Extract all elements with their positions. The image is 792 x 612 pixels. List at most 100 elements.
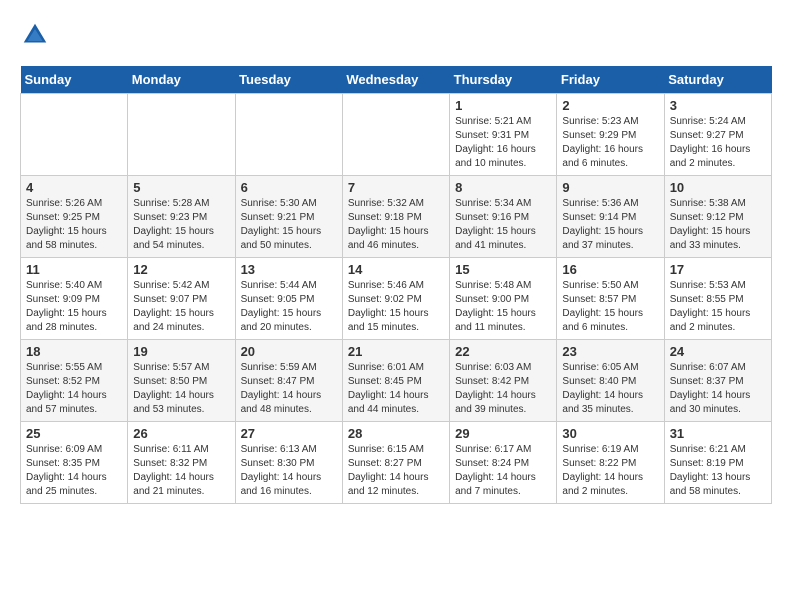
day-info: Sunrise: 5:34 AMSunset: 9:16 PMDaylight:… — [455, 197, 551, 253]
day-info: Sunrise: 5:28 AMSunset: 9:23 PMDaylight:… — [133, 197, 229, 253]
calendar-table: SundayMondayTuesdayWednesdayThursdayFrid… — [20, 66, 772, 504]
day-number: 9 — [562, 180, 658, 195]
day-cell: 26 Sunrise: 6:11 AMSunset: 8:32 PMDayligh… — [128, 422, 235, 504]
day-cell: 13 Sunrise: 5:44 AMSunset: 9:05 PMDayligh… — [235, 258, 342, 340]
days-header-row: SundayMondayTuesdayWednesdayThursdayFrid… — [21, 66, 772, 94]
week-row-2: 4 Sunrise: 5:26 AMSunset: 9:25 PMDaylight… — [21, 176, 772, 258]
day-info: Sunrise: 6:19 AMSunset: 8:22 PMDaylight:… — [562, 443, 658, 499]
day-cell: 8 Sunrise: 5:34 AMSunset: 9:16 PMDaylight… — [450, 176, 557, 258]
day-info: Sunrise: 5:59 AMSunset: 8:47 PMDaylight:… — [241, 361, 337, 417]
day-info: Sunrise: 5:44 AMSunset: 9:05 PMDaylight:… — [241, 279, 337, 335]
day-cell: 7Sunrise: 5:32 AMSunset: 9:18 PMDaylight… — [342, 176, 449, 258]
day-number: 21 — [348, 344, 444, 359]
day-cell: 11 Sunrise: 5:40 AMSunset: 9:09 PMDayligh… — [21, 258, 128, 340]
day-info: Sunrise: 5:50 AMSunset: 8:57 PMDaylight:… — [562, 279, 658, 335]
day-info: Sunrise: 5:36 AMSunset: 9:14 PMDaylight:… — [562, 197, 658, 253]
day-number: 18 — [26, 344, 122, 359]
day-info: Sunrise: 6:03 AMSunset: 8:42 PMDaylight:… — [455, 361, 551, 417]
day-info: Sunrise: 6:21 AMSunset: 8:19 PMDaylight:… — [670, 443, 766, 499]
day-number: 10 — [670, 180, 766, 195]
logo — [20, 20, 54, 50]
week-row-4: 18Sunrise: 5:55 AMSunset: 8:52 PMDayligh… — [21, 340, 772, 422]
day-info: Sunrise: 5:24 AMSunset: 9:27 PMDaylight:… — [670, 115, 766, 171]
day-cell: 9 Sunrise: 5:36 AMSunset: 9:14 PMDaylight… — [557, 176, 664, 258]
day-number: 29 — [455, 426, 551, 441]
day-cell: 12 Sunrise: 5:42 AMSunset: 9:07 PMDayligh… — [128, 258, 235, 340]
day-number: 2 — [562, 98, 658, 113]
day-cell: 18Sunrise: 5:55 AMSunset: 8:52 PMDayligh… — [21, 340, 128, 422]
day-info: Sunrise: 5:30 AMSunset: 9:21 PMDaylight:… — [241, 197, 337, 253]
header-thursday: Thursday — [450, 66, 557, 94]
day-info: Sunrise: 5:53 AMSunset: 8:55 PMDaylight:… — [670, 279, 766, 335]
day-info: Sunrise: 5:42 AMSunset: 9:07 PMDaylight:… — [133, 279, 229, 335]
day-info: Sunrise: 5:46 AMSunset: 9:02 PMDaylight:… — [348, 279, 444, 335]
day-info: Sunrise: 5:23 AMSunset: 9:29 PMDaylight:… — [562, 115, 658, 171]
week-row-5: 25 Sunrise: 6:09 AMSunset: 8:35 PMDayligh… — [21, 422, 772, 504]
day-number: 5 — [133, 180, 229, 195]
header-tuesday: Tuesday — [235, 66, 342, 94]
header-sunday: Sunday — [21, 66, 128, 94]
day-number: 15 — [455, 262, 551, 277]
day-info: Sunrise: 6:13 AMSunset: 8:30 PMDaylight:… — [241, 443, 337, 499]
week-row-3: 11 Sunrise: 5:40 AMSunset: 9:09 PMDayligh… — [21, 258, 772, 340]
day-number: 8 — [455, 180, 551, 195]
day-number: 26 — [133, 426, 229, 441]
day-info: Sunrise: 6:15 AMSunset: 8:27 PMDaylight:… — [348, 443, 444, 499]
day-number: 3 — [670, 98, 766, 113]
day-cell: 4 Sunrise: 5:26 AMSunset: 9:25 PMDaylight… — [21, 176, 128, 258]
day-info: Sunrise: 6:09 AMSunset: 8:35 PMDaylight:… — [26, 443, 122, 499]
day-number: 11 — [26, 262, 122, 277]
page-header — [20, 20, 772, 50]
day-number: 14 — [348, 262, 444, 277]
day-cell: 17 Sunrise: 5:53 AMSunset: 8:55 PMDayligh… — [664, 258, 771, 340]
day-cell: 30 Sunrise: 6:19 AMSunset: 8:22 PMDayligh… — [557, 422, 664, 504]
day-info: Sunrise: 5:40 AMSunset: 9:09 PMDaylight:… — [26, 279, 122, 335]
day-number: 20 — [241, 344, 337, 359]
day-number: 6 — [241, 180, 337, 195]
day-number: 13 — [241, 262, 337, 277]
day-cell — [128, 94, 235, 176]
header-monday: Monday — [128, 66, 235, 94]
day-info: Sunrise: 6:07 AMSunset: 8:37 PMDaylight:… — [670, 361, 766, 417]
day-number: 27 — [241, 426, 337, 441]
day-number: 22 — [455, 344, 551, 359]
day-cell — [235, 94, 342, 176]
day-cell: 23Sunrise: 6:05 AMSunset: 8:40 PMDayligh… — [557, 340, 664, 422]
day-number: 25 — [26, 426, 122, 441]
day-number: 28 — [348, 426, 444, 441]
day-cell: 31 Sunrise: 6:21 AMSunset: 8:19 PMDayligh… — [664, 422, 771, 504]
day-number: 4 — [26, 180, 122, 195]
day-cell: 16 Sunrise: 5:50 AMSunset: 8:57 PMDayligh… — [557, 258, 664, 340]
day-cell: 20 Sunrise: 5:59 AMSunset: 8:47 PMDayligh… — [235, 340, 342, 422]
day-number: 1 — [455, 98, 551, 113]
day-cell — [342, 94, 449, 176]
day-info: Sunrise: 6:11 AMSunset: 8:32 PMDaylight:… — [133, 443, 229, 499]
day-cell: 27 Sunrise: 6:13 AMSunset: 8:30 PMDayligh… — [235, 422, 342, 504]
day-cell: 14 Sunrise: 5:46 AMSunset: 9:02 PMDayligh… — [342, 258, 449, 340]
day-info: Sunrise: 5:32 AMSunset: 9:18 PMDaylight:… — [348, 197, 444, 253]
day-cell: 3 Sunrise: 5:24 AMSunset: 9:27 PMDaylight… — [664, 94, 771, 176]
day-number: 31 — [670, 426, 766, 441]
day-number: 19 — [133, 344, 229, 359]
day-info: Sunrise: 5:26 AMSunset: 9:25 PMDaylight:… — [26, 197, 122, 253]
day-number: 24 — [670, 344, 766, 359]
day-number: 17 — [670, 262, 766, 277]
day-cell: 6 Sunrise: 5:30 AMSunset: 9:21 PMDaylight… — [235, 176, 342, 258]
day-cell: 1 Sunrise: 5:21 AMSunset: 9:31 PMDaylight… — [450, 94, 557, 176]
day-info: Sunrise: 5:57 AMSunset: 8:50 PMDaylight:… — [133, 361, 229, 417]
day-cell: 15 Sunrise: 5:48 AMSunset: 9:00 PMDayligh… — [450, 258, 557, 340]
header-friday: Friday — [557, 66, 664, 94]
day-info: Sunrise: 5:21 AMSunset: 9:31 PMDaylight:… — [455, 115, 551, 171]
day-cell: 5 Sunrise: 5:28 AMSunset: 9:23 PMDaylight… — [128, 176, 235, 258]
day-info: Sunrise: 5:48 AMSunset: 9:00 PMDaylight:… — [455, 279, 551, 335]
logo-icon — [20, 20, 50, 50]
day-cell: 28 Sunrise: 6:15 AMSunset: 8:27 PMDayligh… — [342, 422, 449, 504]
day-cell: 25 Sunrise: 6:09 AMSunset: 8:35 PMDayligh… — [21, 422, 128, 504]
header-saturday: Saturday — [664, 66, 771, 94]
day-cell: 10Sunrise: 5:38 AMSunset: 9:12 PMDayligh… — [664, 176, 771, 258]
day-info: Sunrise: 6:17 AMSunset: 8:24 PMDaylight:… — [455, 443, 551, 499]
day-number: 30 — [562, 426, 658, 441]
day-number: 12 — [133, 262, 229, 277]
day-info: Sunrise: 6:05 AMSunset: 8:40 PMDaylight:… — [562, 361, 658, 417]
day-number: 16 — [562, 262, 658, 277]
